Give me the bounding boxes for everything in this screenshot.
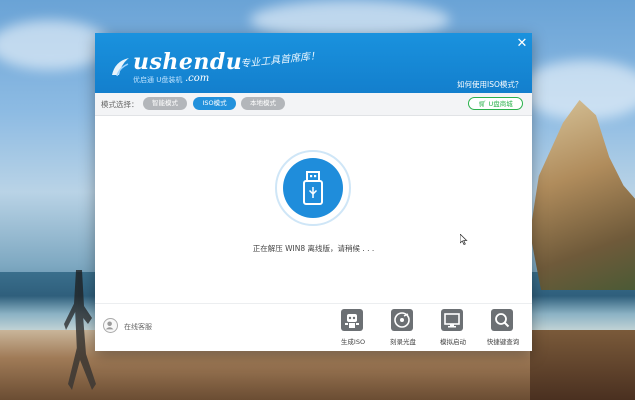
close-button[interactable]: ✕: [515, 37, 529, 51]
simulate-boot-button[interactable]: 模拟启动: [431, 309, 475, 349]
online-support-label: 在线客服: [124, 323, 152, 331]
app-window: ushendu 优启通 U盘装机 .com 专业工具首席库！ ✕ 如何使用ISO…: [95, 33, 532, 351]
udisk-store-label: U盘商城: [488, 100, 513, 108]
brand-subtitle: 优启通 U盘装机: [133, 76, 183, 84]
mode-iso-button[interactable]: ISO模式: [193, 97, 236, 110]
help-link[interactable]: 如何使用ISO模式？: [457, 79, 522, 90]
slogan: 专业工具首席库！: [239, 50, 321, 71]
footer-toolbar: 在线客服 生成ISO 刻录光盘 模拟启动 快捷键查询: [95, 303, 532, 351]
brand-name: ushendu: [133, 49, 243, 75]
brand-domain: .com: [185, 73, 210, 84]
cliff-reflection: [530, 330, 635, 400]
burn-disc-button[interactable]: 刻录光盘: [381, 309, 425, 349]
disc-icon: [391, 309, 413, 331]
robot-icon: [341, 309, 363, 331]
magnifier-icon: [491, 309, 513, 331]
usb-drive-icon: [303, 171, 323, 205]
title-bar[interactable]: ushendu 优启通 U盘装机 .com 专业工具首席库！ ✕ 如何使用ISO…: [95, 33, 532, 93]
cart-icon: 🛒︎: [478, 100, 487, 108]
mode-local-button[interactable]: 本地模式: [241, 97, 285, 110]
close-icon: ✕: [516, 36, 528, 51]
make-iso-button[interactable]: 生成ISO: [331, 309, 375, 349]
monitor-icon: [441, 309, 463, 331]
mode-bar: 模式选择： 智能模式 ISO模式 本地模式 🛒︎ U盘商城: [95, 93, 532, 116]
main-panel: 正在解压 WIN8 离线版，请稍候 . . .: [95, 116, 532, 303]
footer-divider: [95, 303, 532, 304]
udisk-store-button[interactable]: 🛒︎ U盘商城: [468, 97, 523, 110]
simulate-boot-label: 模拟启动: [440, 338, 466, 346]
mouse-cursor-icon: [460, 234, 468, 245]
mode-smart-button[interactable]: 智能模式: [143, 97, 187, 110]
usb-progress-ring: [275, 150, 351, 226]
burn-disc-label: 刻录光盘: [390, 338, 416, 346]
usb-badge: [283, 158, 343, 218]
headset-icon: [103, 318, 118, 333]
cloud: [0, 20, 110, 70]
app-logo: ushendu 优启通 U盘装机 .com: [103, 41, 242, 85]
hotkey-lookup-button[interactable]: 快捷键查询: [481, 309, 525, 349]
logo-mark-icon: [112, 58, 129, 77]
make-iso-label: 生成ISO: [340, 338, 366, 346]
mode-label: 模式选择：: [101, 100, 139, 109]
hotkey-lookup-label: 快捷键查询: [486, 338, 520, 346]
cliff: [530, 100, 635, 290]
